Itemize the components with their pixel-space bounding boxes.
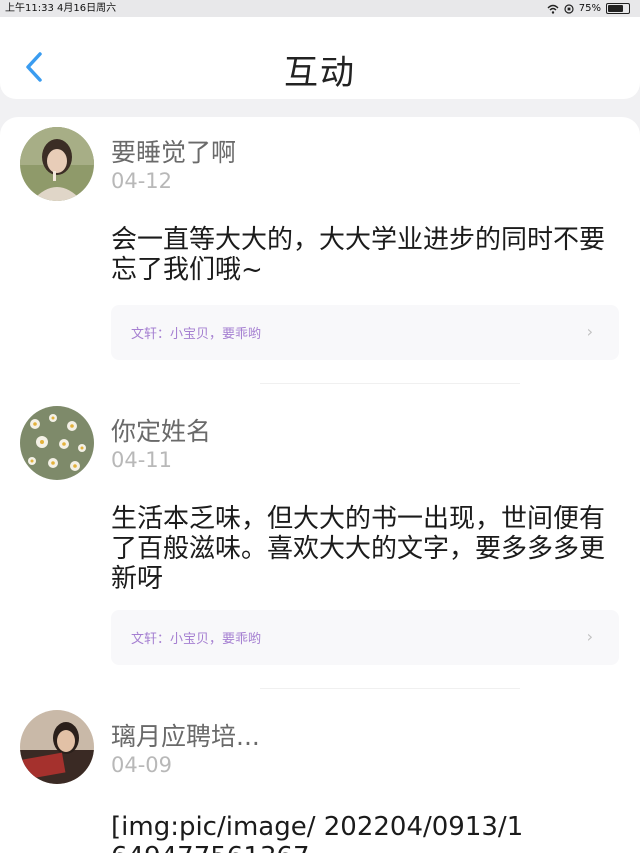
comment-text: 生活本乏味，但大大的书一出现，世间便有了百般滋味。喜欢大大的文字，要多多多更新呀	[111, 504, 606, 594]
chevron-right-icon: ›	[586, 322, 593, 341]
comment-author: 璃月应聘培...	[111, 722, 260, 751]
divider	[260, 688, 520, 689]
comment-author: 你定姓名	[111, 417, 212, 446]
wifi-icon	[547, 4, 559, 14]
reply-box[interactable]: 文轩：小宝贝，要乖哟 ›	[111, 305, 619, 360]
comment-date: 04-09	[111, 753, 173, 777]
status-icons: 75%	[547, 0, 630, 17]
page-title: 互动	[284, 53, 356, 93]
avatar[interactable]	[20, 710, 94, 784]
comment-author: 要睡觉了啊	[111, 138, 237, 167]
comment-text: [img:pic/image/ 202204/0913/164947756136…	[111, 812, 524, 853]
battery-percent: 75%	[578, 3, 601, 14]
comment-date: 04-11	[111, 448, 173, 472]
comment-text: 会一直等大大的，大大学业进步的同时不要忘了我们哦~	[111, 225, 606, 285]
battery-icon	[606, 3, 630, 14]
nav-header: 互动	[0, 17, 640, 99]
avatar[interactable]	[20, 406, 94, 480]
chevron-right-icon: ›	[586, 627, 593, 646]
reply-box[interactable]: 文轩：小宝贝，要乖哟 ›	[111, 610, 619, 665]
comment-list[interactable]: 要睡觉了啊 04-12 会一直等大大的，大大学业进步的同时不要忘了我们哦~ 文轩…	[0, 117, 640, 853]
reply-text: 文轩：小宝贝，要乖哟	[131, 327, 262, 342]
avatar[interactable]	[20, 127, 94, 201]
divider	[260, 383, 520, 384]
orientation-lock-icon	[564, 3, 574, 14]
reply-text: 文轩：小宝贝，要乖哟	[131, 632, 262, 647]
comment-date: 04-12	[111, 169, 173, 193]
status-bar: 上午11:33 4月16日周六 75%	[0, 0, 640, 17]
status-time-date: 上午11:33 4月16日周六	[5, 3, 117, 14]
